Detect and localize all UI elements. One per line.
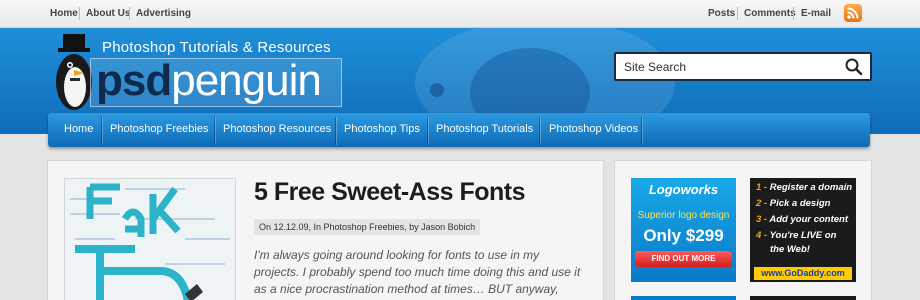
ad-step-text: the Web!: [770, 244, 810, 255]
find-out-more-button[interactable]: FIND OUT MORE: [635, 251, 732, 267]
nav-divider: [641, 117, 642, 145]
main-nav: Home Photoshop Freebies Photoshop Resour…: [48, 113, 870, 147]
logo-penguin: penguin: [171, 56, 322, 105]
godaddy-ad[interactable]: 1 - Register a domain 2 - Pick a design …: [750, 178, 856, 282]
ad-step-text: Register a domain: [769, 182, 853, 193]
ad-price: Only $299: [643, 226, 724, 245]
top-link-comments[interactable]: Comments: [744, 8, 796, 19]
nav-item-home[interactable]: Home: [64, 113, 93, 147]
nav-divider: [427, 117, 428, 145]
search-box: [614, 52, 872, 81]
sidebar-ad[interactable]: [750, 296, 856, 300]
ad-step: 3 - Add your content: [756, 214, 848, 225]
nav-divider: [101, 117, 102, 145]
ad-step-number: 1 -: [756, 182, 768, 193]
nav-item-photoshop-videos[interactable]: Photoshop Videos: [549, 113, 638, 147]
top-separator: [793, 7, 794, 20]
nav-item-photoshop-freebies[interactable]: Photoshop Freebies: [110, 113, 208, 147]
ad-brand: Logoworks: [648, 182, 719, 197]
sidebar-ad[interactable]: [631, 296, 736, 300]
ad-step: 2 - Pick a design: [756, 198, 830, 209]
nav-item-photoshop-resources[interactable]: Photoshop Resources: [223, 113, 331, 147]
site-logo[interactable]: psdpenguin: [96, 56, 322, 106]
nav-item-photoshop-tutorials[interactable]: Photoshop Tutorials: [436, 113, 533, 147]
top-separator: [79, 7, 80, 20]
nav-item-photoshop-tips[interactable]: Photoshop Tips: [344, 113, 420, 147]
ad-step-number: 2 -: [756, 198, 768, 209]
post-meta: On 12.12.09, In Photoshop Freebies, by J…: [254, 219, 481, 235]
logoworks-ad[interactable]: Logoworks Superior logo design Only $299…: [631, 178, 736, 282]
ad-step-number: 3 -: [756, 214, 768, 225]
ad-step: the Web!: [770, 244, 810, 255]
top-link-posts[interactable]: Posts: [708, 8, 735, 19]
search-icon[interactable]: [844, 57, 864, 77]
nav-divider: [539, 117, 540, 145]
top-bar: Home About Us Advertising Posts Comments…: [0, 0, 920, 28]
ad-step-number: 4 -: [756, 230, 768, 241]
ad-step: 4 - You're LIVE on: [756, 230, 836, 241]
site-tagline: Photoshop Tutorials & Resources: [102, 39, 331, 56]
ad-line: Superior logo design: [637, 210, 730, 221]
top-separator: [129, 7, 130, 20]
top-link-home[interactable]: Home: [50, 8, 78, 19]
nav-divider: [335, 117, 336, 145]
logo-psd: psd: [96, 56, 172, 105]
post-excerpt: I'm always going around looking for font…: [254, 248, 581, 300]
top-link-about-us[interactable]: About Us: [86, 8, 130, 19]
ad-step-text: You're LIVE on: [769, 230, 837, 241]
ad-step-text: Pick a design: [769, 198, 831, 209]
ad-step: 1 - Register a domain: [756, 182, 852, 193]
post-title[interactable]: 5 Free Sweet-Ass Fonts: [254, 178, 526, 207]
post-thumbnail[interactable]: [64, 178, 236, 300]
godaddy-url[interactable]: www.GoDaddy.com: [754, 267, 852, 280]
rss-icon[interactable]: [844, 4, 862, 22]
search-input[interactable]: [616, 54, 836, 79]
top-link-email[interactable]: E-mail: [801, 8, 831, 19]
nav-divider: [214, 117, 215, 145]
ad-step-text: Add your content: [769, 214, 849, 225]
header-decoration: [430, 83, 444, 97]
top-link-advertising[interactable]: Advertising: [136, 8, 191, 19]
top-separator: [737, 7, 738, 20]
